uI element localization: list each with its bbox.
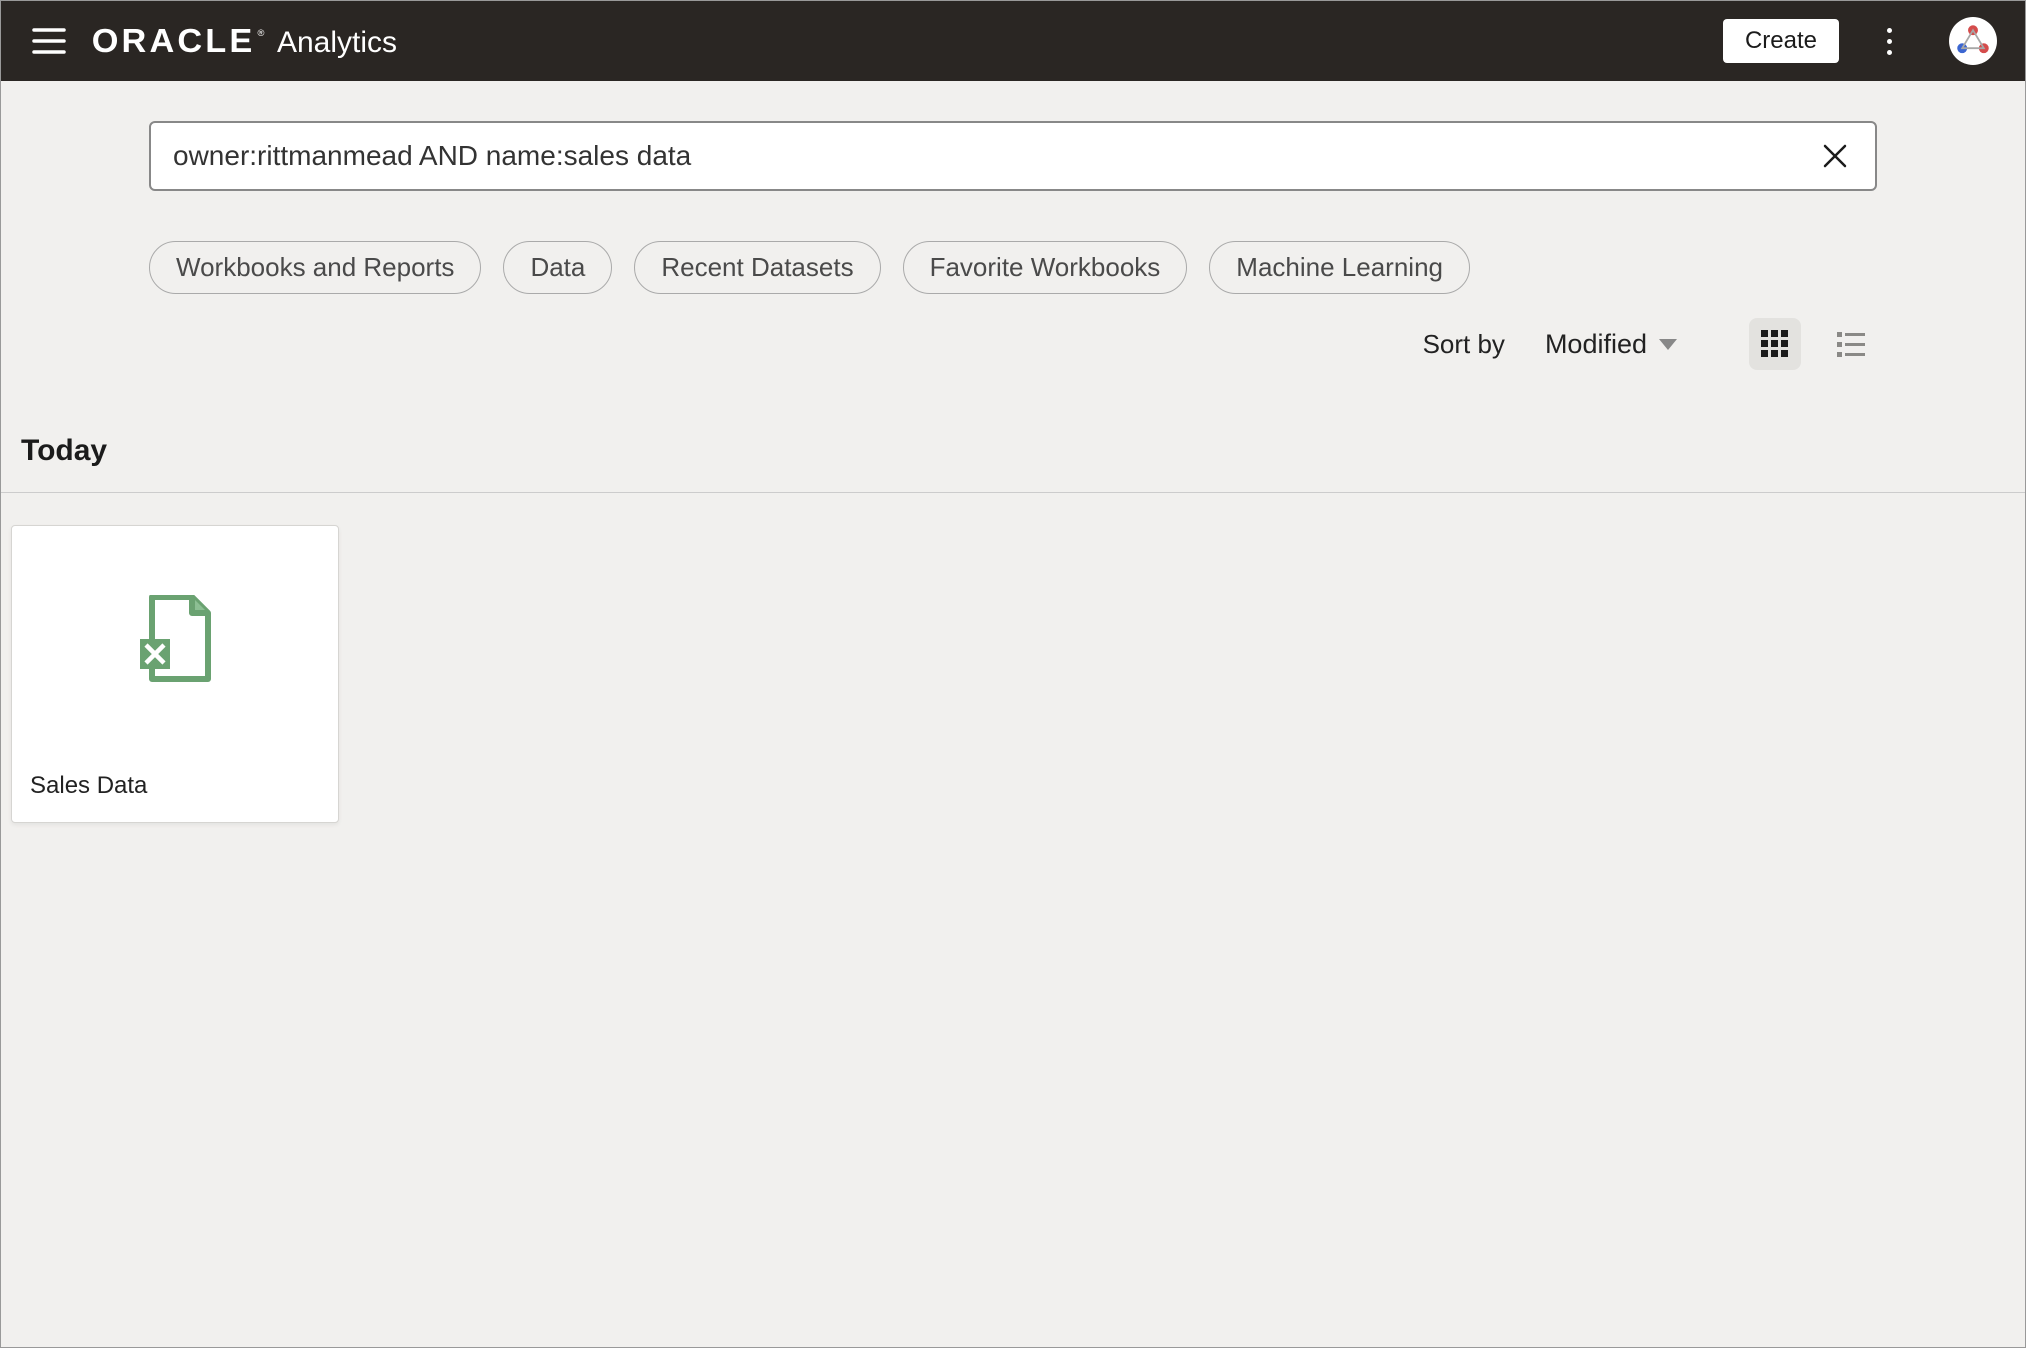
filter-chip-recent-datasets[interactable]: Recent Datasets: [634, 241, 880, 294]
search-area: [1, 81, 2025, 201]
filter-chip-machine-learning[interactable]: Machine Learning: [1209, 241, 1470, 294]
filter-chip-workbooks-reports[interactable]: Workbooks and Reports: [149, 241, 481, 294]
brand-product: Analytics: [277, 26, 397, 60]
app-header: ORACLE® Analytics Create: [1, 1, 2025, 81]
section-heading-today: Today: [1, 400, 2025, 493]
create-button[interactable]: Create: [1723, 19, 1839, 63]
search-input[interactable]: [173, 140, 1817, 172]
filter-chip-data[interactable]: Data: [503, 241, 612, 294]
dataset-card[interactable]: Sales Data: [11, 525, 339, 823]
clear-search-icon[interactable]: [1817, 138, 1853, 174]
brand: ORACLE® Analytics: [95, 22, 397, 60]
card-title: Sales Data: [12, 758, 338, 822]
results-grid: Sales Data: [1, 493, 2025, 855]
sort-value: Modified: [1545, 329, 1647, 360]
list-view-toggle[interactable]: [1825, 318, 1877, 370]
card-body: [12, 526, 338, 758]
sort-by-label: Sort by: [1423, 329, 1505, 360]
more-options-icon[interactable]: [1869, 21, 1909, 61]
filter-chips-row: Workbooks and Reports Data Recent Datase…: [1, 201, 2025, 304]
chevron-down-icon: [1659, 339, 1677, 350]
excel-file-icon: [136, 595, 214, 690]
app-root: ORACLE® Analytics Create: [0, 0, 2026, 1348]
sort-select[interactable]: Modified: [1537, 325, 1685, 364]
brand-vendor: ORACLE®: [92, 22, 263, 60]
menu-icon[interactable]: [29, 21, 69, 61]
user-avatar[interactable]: [1949, 17, 1997, 65]
results-toolbar: Sort by Modified: [1, 304, 2025, 400]
search-box: [149, 121, 1877, 191]
filter-chip-favorite-workbooks[interactable]: Favorite Workbooks: [903, 241, 1188, 294]
grid-view-toggle[interactable]: [1749, 318, 1801, 370]
